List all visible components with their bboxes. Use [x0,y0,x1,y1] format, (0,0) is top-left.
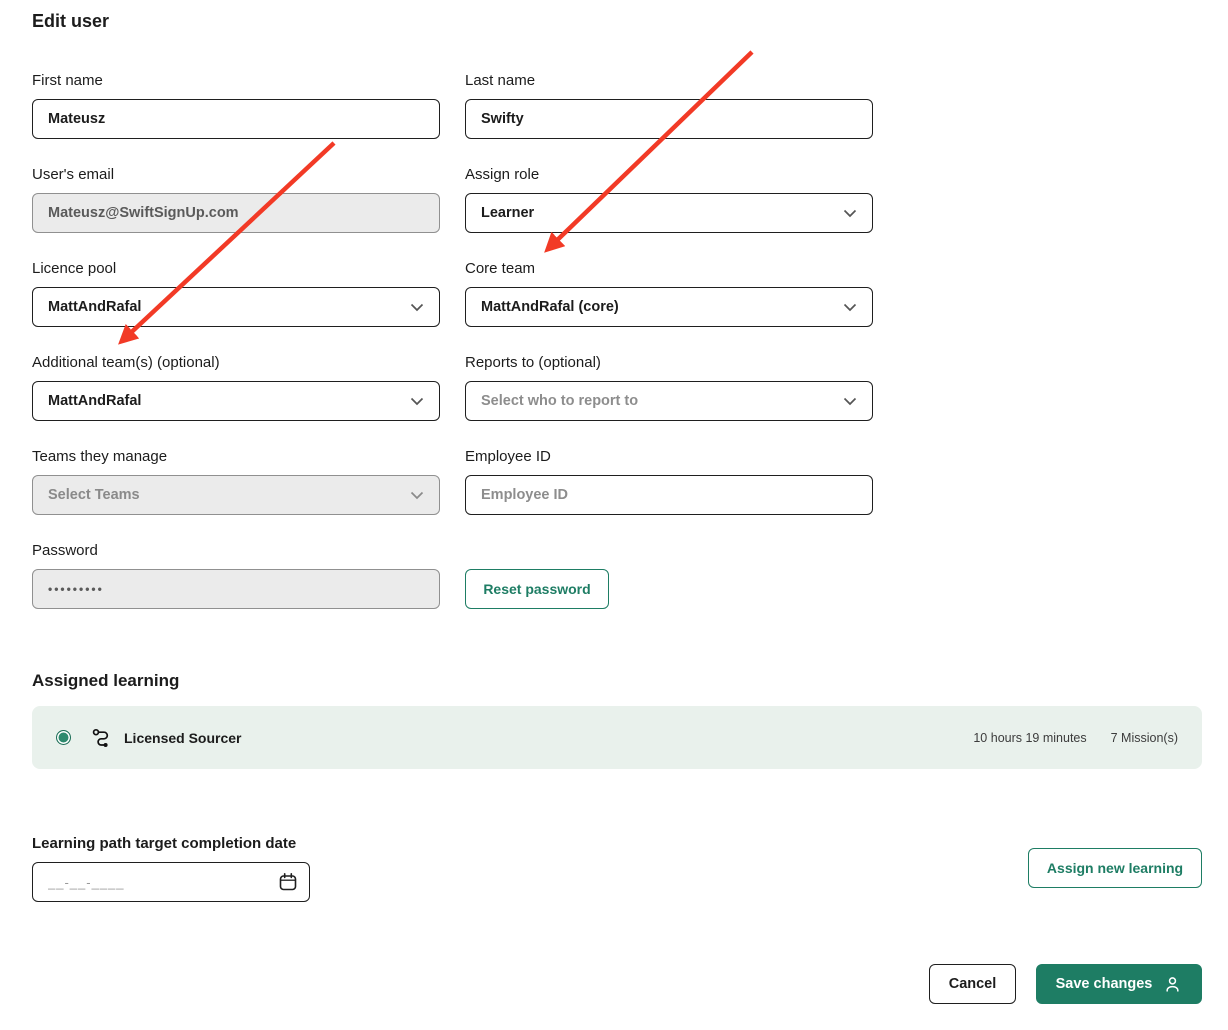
last-name-input[interactable] [465,99,873,139]
learning-status-radio-icon[interactable] [56,730,71,745]
teams-manage-field: Teams they manage Select Teams [32,449,440,515]
role-select[interactable]: Learner [465,193,873,233]
save-changes-button[interactable]: Save changes [1036,964,1202,1004]
reports-to-label: Reports to (optional) [465,355,873,371]
target-date-input[interactable] [32,862,310,902]
edit-user-form: First name Last name User's email Assign… [32,73,873,609]
core-team-select[interactable]: MattAndRafal (core) [465,287,873,327]
reports-to-field: Reports to (optional) Select who to repo… [465,355,873,421]
chevron-down-icon [410,303,424,312]
assigned-learning-row[interactable]: Licensed Sourcer 10 hours 19 minutes 7 M… [32,706,1202,769]
learning-item-title: Licensed Sourcer [124,730,242,746]
additional-teams-select-value: MattAndRafal [48,393,141,409]
teams-manage-label: Teams they manage [32,449,440,465]
reports-to-select-placeholder: Select who to report to [481,393,638,409]
password-label: Password [32,543,440,559]
page-title: Edit user [32,10,1202,32]
edit-user-page: Edit user First name Last name User's em… [0,0,1228,1004]
employee-id-input[interactable] [465,475,873,515]
core-team-label: Core team [465,261,873,277]
employee-id-field: Employee ID [465,449,873,515]
calendar-icon[interactable] [278,872,298,892]
password-input [32,569,440,609]
first-name-label: First name [32,73,440,89]
teams-manage-select-placeholder: Select Teams [48,487,140,503]
email-field: User's email [32,167,440,233]
learning-path-route-icon [92,728,114,747]
password-field: Password [32,543,440,609]
chevron-down-icon [410,397,424,406]
last-name-label: Last name [465,73,873,89]
user-icon [1163,975,1182,994]
role-select-value: Learner [481,205,534,221]
learning-item-duration: 10 hours 19 minutes [973,731,1086,745]
reset-password-button[interactable]: Reset password [465,569,609,609]
assign-new-learning-button[interactable]: Assign new learning [1028,848,1202,888]
learning-path-date-row: Learning path target completion date Ass… [32,836,1202,902]
assigned-learning-heading: Assigned learning [32,670,1202,691]
save-changes-label: Save changes [1056,976,1153,992]
additional-teams-label: Additional team(s) (optional) [32,355,440,371]
core-team-select-value: MattAndRafal (core) [481,299,619,315]
role-field: Assign role Learner [465,167,873,233]
form-footer: Cancel Save changes [32,964,1202,1004]
chevron-down-icon [410,491,424,500]
email-input [32,193,440,233]
licence-pool-select-value: MattAndRafal [48,299,141,315]
target-date-field: Learning path target completion date [32,836,310,902]
learning-item-missions: 7 Mission(s) [1111,731,1178,745]
target-date-wrap [32,862,310,902]
email-label: User's email [32,167,440,183]
licence-pool-label: Licence pool [32,261,440,277]
last-name-field: Last name [465,73,873,139]
additional-teams-select[interactable]: MattAndRafal [32,381,440,421]
employee-id-label: Employee ID [465,449,873,465]
target-date-label: Learning path target completion date [32,836,310,852]
reports-to-select[interactable]: Select who to report to [465,381,873,421]
reset-password-cell: Reset password [465,543,873,609]
teams-manage-select: Select Teams [32,475,440,515]
chevron-down-icon [843,397,857,406]
licence-pool-field: Licence pool MattAndRafal [32,261,440,327]
chevron-down-icon [843,303,857,312]
first-name-input[interactable] [32,99,440,139]
cancel-button[interactable]: Cancel [929,964,1016,1004]
role-label: Assign role [465,167,873,183]
first-name-field: First name [32,73,440,139]
core-team-field: Core team MattAndRafal (core) [465,261,873,327]
additional-teams-field: Additional team(s) (optional) MattAndRaf… [32,355,440,421]
chevron-down-icon [843,209,857,218]
licence-pool-select[interactable]: MattAndRafal [32,287,440,327]
